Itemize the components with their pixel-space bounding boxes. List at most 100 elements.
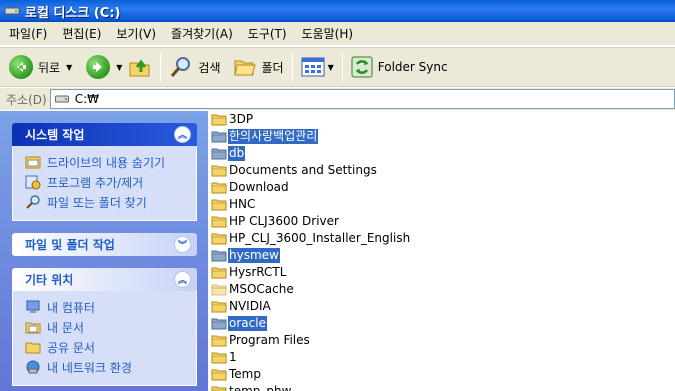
- file-name: HP CLJ3600 Driver: [229, 214, 339, 228]
- folders-icon: [233, 60, 256, 76]
- file-name: db: [228, 146, 246, 161]
- place-label: 공유 문서: [47, 340, 95, 355]
- place-my-computer[interactable]: 내 컴퓨터: [25, 297, 186, 317]
- folder-sync-button[interactable]: Folder Sync: [348, 51, 451, 83]
- toolbar-separator: [291, 53, 293, 81]
- file-name: HP_CLJ_3600_Installer_English: [229, 231, 411, 245]
- system-tasks-title: 시스템 작업: [25, 128, 85, 142]
- window-title: 로컬 디스크 (C:): [25, 5, 121, 21]
- system-tasks-body: 드라이브의 내용 숨기기 프로그램 추가/제거 파일 또는 폴더 찾기: [12, 146, 197, 221]
- folder-icon: [211, 369, 227, 381]
- file-row[interactable]: HysrRCTL: [211, 264, 287, 281]
- address-bar: 주소(D) C:₩: [0, 88, 675, 110]
- add-remove-programs-icon: [25, 175, 41, 190]
- search-icon: [26, 195, 40, 209]
- folder-sync-icon: [351, 56, 373, 78]
- file-list: 3DP 한의사랑백업관리 db Documents and Settings Downl…: [208, 111, 675, 391]
- task-add-remove-programs[interactable]: 프로그램 추가/제거: [25, 172, 186, 192]
- file-name: Download: [229, 180, 289, 194]
- task-label: 드라이브의 내용 숨기기: [47, 155, 166, 170]
- folder-icon: [211, 352, 227, 364]
- back-dropdown-icon[interactable]: ▼: [66, 63, 72, 72]
- file-row[interactable]: HP CLJ3600 Driver: [211, 213, 340, 230]
- file-name: Documents and Settings: [229, 163, 377, 177]
- forward-dropdown-icon[interactable]: ▼: [116, 63, 122, 72]
- address-input[interactable]: C:₩: [49, 89, 675, 109]
- file-name: 1: [229, 350, 237, 364]
- folder-up-icon: [129, 59, 150, 77]
- menu-help[interactable]: 도움말(H): [293, 25, 360, 42]
- back-button[interactable]: 뒤로 ▼: [6, 51, 75, 83]
- drive-icon: [4, 7, 20, 15]
- task-hide-drive-contents[interactable]: 드라이브의 내용 숨기기: [25, 152, 186, 172]
- file-tasks-panel: 파일 및 폴더 작업 ︾: [12, 233, 197, 256]
- other-places-title: 기타 위치: [25, 273, 74, 287]
- forward-button[interactable]: ▼: [83, 51, 125, 83]
- task-label: 파일 또는 폴더 찾기: [47, 195, 147, 210]
- menu-file[interactable]: 파일(F): [0, 25, 53, 42]
- folder-icon: [211, 148, 227, 160]
- file-name: MSOCache: [229, 282, 294, 296]
- title-bar[interactable]: 로컬 디스크 (C:): [0, 0, 675, 22]
- collapse-icon[interactable]: ︽: [174, 126, 191, 143]
- file-row[interactable]: HNC: [211, 196, 256, 213]
- drive-icon: [54, 95, 69, 103]
- file-row[interactable]: 3DP: [211, 111, 254, 128]
- place-network[interactable]: 내 네트워크 환경: [25, 357, 186, 377]
- folder-icon: [211, 233, 227, 245]
- file-row[interactable]: MSOCache: [211, 281, 295, 298]
- collapse-icon[interactable]: ︽: [174, 271, 191, 288]
- folder-icon: [211, 182, 227, 194]
- other-places-panel: 기타 위치 ︽ 내 컴퓨터 내 문서 공유 문서 내 네트워크 환경: [12, 268, 197, 386]
- menu-edit[interactable]: 편집(E): [53, 25, 107, 42]
- file-row[interactable]: db: [211, 145, 246, 162]
- expand-icon[interactable]: ︾: [174, 236, 191, 253]
- file-name: HNC: [229, 197, 256, 211]
- place-shared-documents[interactable]: 공유 문서: [25, 337, 186, 357]
- toolbar-separator: [341, 53, 343, 81]
- search-label: 검색: [198, 60, 221, 75]
- file-row[interactable]: hysmew: [211, 247, 280, 264]
- address-value: C:₩: [74, 92, 99, 106]
- toolbar-separator: [160, 53, 162, 81]
- views-dropdown-icon[interactable]: ▼: [328, 63, 334, 72]
- folders-label: 폴더: [261, 60, 284, 75]
- task-search-files[interactable]: 파일 또는 폴더 찾기: [25, 192, 186, 212]
- folder-icon: [211, 216, 227, 228]
- menu-view[interactable]: 보기(V): [107, 25, 162, 42]
- forward-arrow-icon: [86, 55, 111, 79]
- file-row[interactable]: oracle: [211, 315, 267, 332]
- search-button[interactable]: 검색: [166, 51, 223, 83]
- views-icon: [301, 57, 325, 77]
- file-row[interactable]: temp_phw: [211, 383, 292, 391]
- file-row[interactable]: Program Files: [211, 332, 311, 349]
- file-name: NVIDIA: [229, 299, 271, 313]
- menu-favorites[interactable]: 즐겨찾기(A): [162, 25, 239, 42]
- file-row[interactable]: Temp: [211, 366, 262, 383]
- system-tasks-header[interactable]: 시스템 작업 ︽: [12, 123, 197, 146]
- task-label: 프로그램 추가/제거: [47, 175, 144, 190]
- place-my-documents[interactable]: 내 문서: [25, 317, 186, 337]
- views-button[interactable]: ▼: [298, 51, 337, 83]
- folder-icon: [211, 335, 227, 347]
- up-button[interactable]: [125, 51, 155, 83]
- file-row[interactable]: Documents and Settings: [211, 162, 378, 179]
- file-row[interactable]: HP_CLJ_3600_Installer_English: [211, 230, 411, 247]
- folder-icon: [211, 199, 227, 211]
- folder-icon: [211, 131, 227, 143]
- file-row[interactable]: Download: [211, 179, 290, 196]
- network-icon: [26, 360, 40, 374]
- file-tasks-header[interactable]: 파일 및 폴더 작업 ︾: [12, 233, 197, 256]
- place-label: 내 문서: [47, 320, 84, 335]
- other-places-header[interactable]: 기타 위치 ︽: [12, 268, 197, 291]
- file-row[interactable]: 1: [211, 349, 238, 366]
- place-label: 내 네트워크 환경: [47, 360, 132, 375]
- file-name: HysrRCTL: [229, 265, 287, 279]
- menu-tools[interactable]: 도구(T): [239, 25, 293, 42]
- hide-contents-icon: [25, 156, 41, 169]
- back-arrow-icon: [9, 55, 33, 79]
- address-label: 주소(D): [6, 92, 47, 107]
- file-row[interactable]: 한의사랑백업관리: [211, 128, 319, 145]
- file-row[interactable]: NVIDIA: [211, 298, 272, 315]
- folders-button[interactable]: 폴더: [230, 51, 287, 83]
